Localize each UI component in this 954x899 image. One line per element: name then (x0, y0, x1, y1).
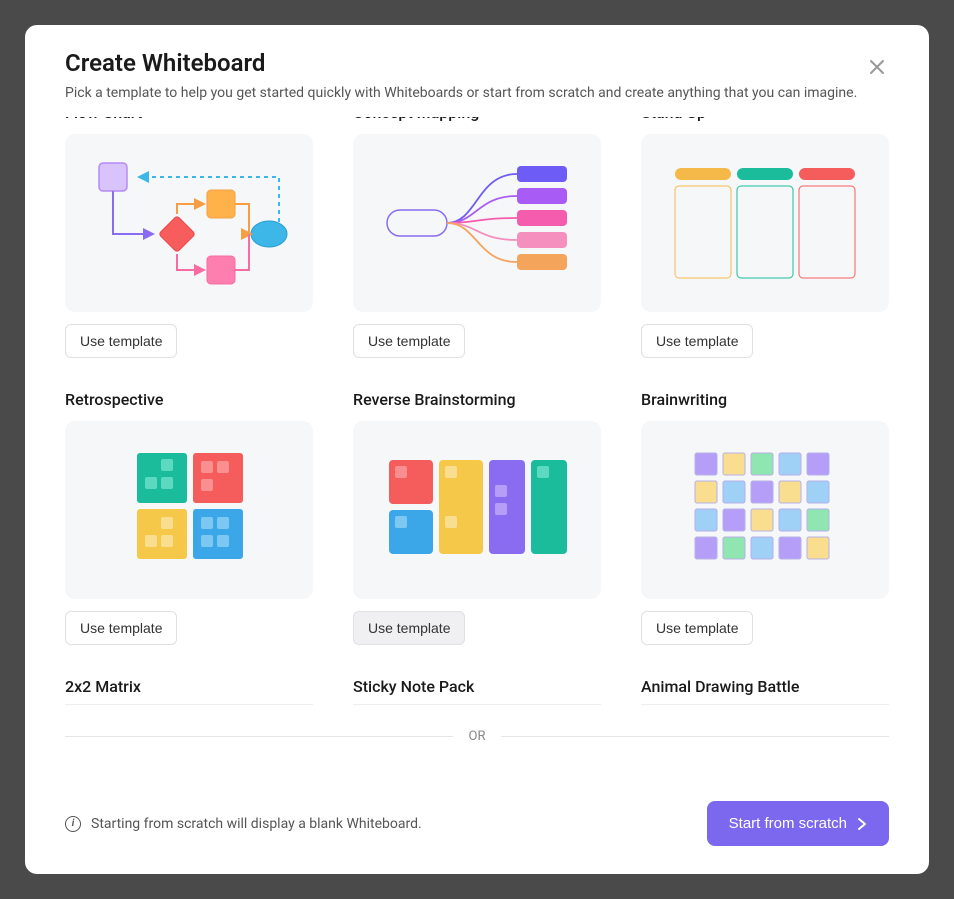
template-title: Sticky Note Pack (353, 677, 601, 705)
start-button-label: Start from scratch (729, 815, 847, 832)
template-preview[interactable] (641, 134, 889, 312)
template-card-animal-drawing-battle: Animal Drawing Battle (641, 677, 889, 705)
modal-footer: i Starting from scratch will display a b… (25, 781, 929, 874)
template-card-2x2-matrix: 2x2 Matrix (65, 677, 313, 705)
template-card-flow-chart: Flow Chart (65, 117, 313, 358)
info-icon: i (65, 816, 81, 832)
footer-info-text: Starting from scratch will display a bla… (91, 816, 422, 832)
footer-info: i Starting from scratch will display a b… (65, 816, 422, 832)
flow-chart-icon (79, 148, 299, 298)
template-preview[interactable] (641, 421, 889, 599)
use-template-button[interactable]: Use template (641, 611, 753, 645)
divider-line (65, 736, 453, 737)
close-button[interactable] (865, 55, 889, 79)
template-title: Reverse Brainstorming (353, 390, 601, 409)
divider: OR (65, 729, 889, 744)
modal-header: Create Whiteboard Pick a template to hel… (25, 25, 929, 117)
reverse-brainstorming-icon (367, 435, 587, 585)
use-template-button[interactable]: Use template (65, 611, 177, 645)
template-card-sticky-note-pack: Sticky Note Pack (353, 677, 601, 705)
template-title: Brainwriting (641, 390, 889, 409)
template-title: Concept Mapping (353, 117, 601, 122)
template-title: Retrospective (65, 390, 313, 409)
start-from-scratch-button[interactable]: Start from scratch (707, 801, 889, 846)
chevron-right-icon (857, 817, 867, 831)
concept-mapping-icon (367, 148, 587, 298)
modal-title: Create Whiteboard (65, 49, 889, 77)
use-template-button[interactable]: Use template (65, 324, 177, 358)
template-card-reverse-brainstorming: Reverse Brainstorming (353, 390, 601, 645)
template-title: Stand Up (641, 117, 889, 122)
template-preview[interactable] (65, 134, 313, 312)
modal-body[interactable]: Flow Chart (25, 117, 929, 781)
template-card-stand-up: Stand Up Use template (641, 117, 889, 358)
template-title: Flow Chart (65, 117, 313, 122)
template-preview[interactable] (353, 421, 601, 599)
divider-label: OR (469, 729, 486, 744)
use-template-button[interactable]: Use template (353, 611, 465, 645)
divider-line (501, 736, 889, 737)
template-card-brainwriting: Brainwriting (641, 390, 889, 645)
close-icon (869, 59, 885, 75)
use-template-button[interactable]: Use template (353, 324, 465, 358)
stand-up-icon (655, 148, 875, 298)
create-whiteboard-modal: Create Whiteboard Pick a template to hel… (25, 25, 929, 874)
use-template-button[interactable]: Use template (641, 324, 753, 358)
template-title: 2x2 Matrix (65, 677, 313, 705)
template-grid: Flow Chart (65, 117, 889, 705)
template-card-retrospective: Retrospective (65, 390, 313, 645)
brainwriting-icon (655, 435, 875, 585)
template-title: Animal Drawing Battle (641, 677, 889, 705)
template-card-concept-mapping: Concept Mapping (353, 117, 601, 358)
modal-subtitle: Pick a template to help you get started … (65, 85, 889, 101)
retrospective-icon (89, 435, 289, 585)
template-preview[interactable] (65, 421, 313, 599)
template-preview[interactable] (353, 134, 601, 312)
